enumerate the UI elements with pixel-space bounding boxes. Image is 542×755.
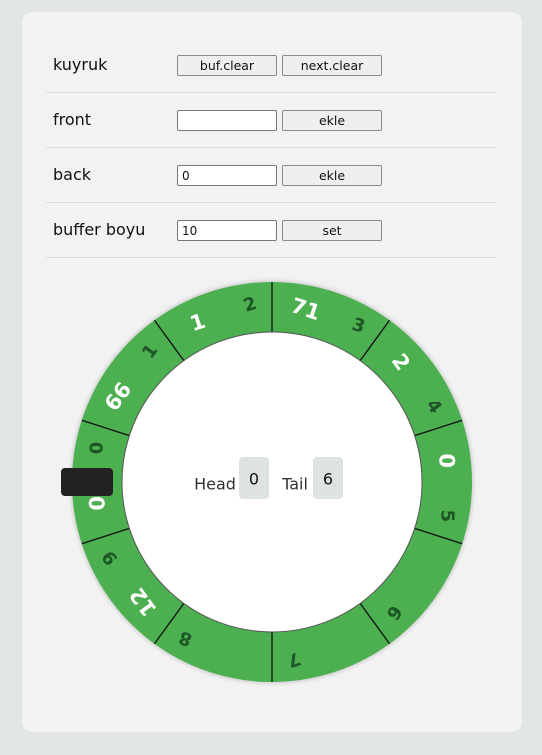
slot-index: 0 [86, 442, 107, 455]
slot-index: 5 [437, 510, 458, 523]
tail-value: 6 [323, 470, 333, 489]
head-label: Head [194, 475, 236, 494]
head-slot-marker [61, 468, 113, 496]
slot-value: 0 [85, 496, 109, 511]
slot-value: 0 [435, 453, 459, 468]
ring-center [121, 331, 423, 633]
head-value: 0 [249, 470, 259, 489]
circular-buffer-ring: 0066112 7132405678129 Head 0 Tail 6 [61, 281, 473, 683]
tail-label: Tail [281, 475, 308, 494]
